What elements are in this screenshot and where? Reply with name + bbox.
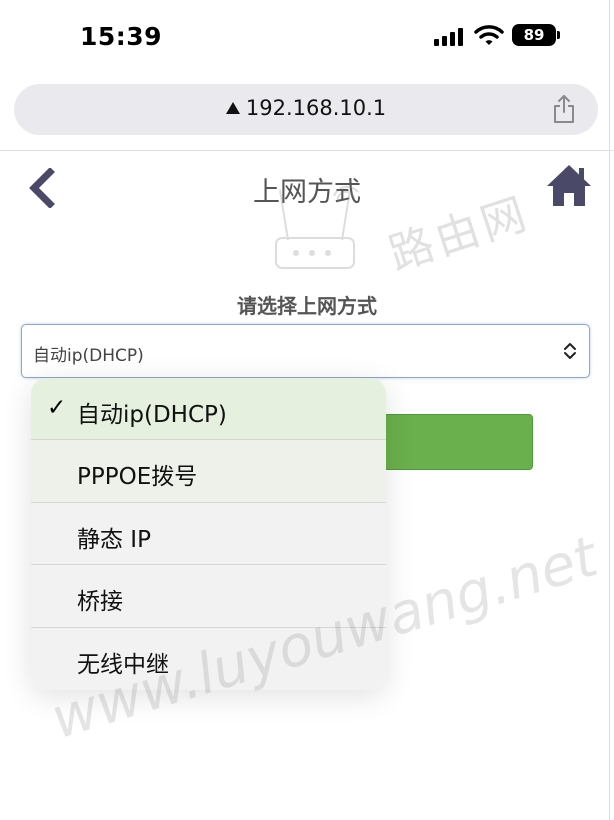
chevron-updown-icon bbox=[564, 343, 576, 359]
address-bar[interactable]: 192.168.10.1 bbox=[14, 84, 598, 135]
connection-type-select[interactable]: 自动ip(DHCP) bbox=[21, 324, 590, 378]
option-dhcp[interactable]: ✓ 自动ip(DHCP) bbox=[31, 378, 386, 441]
select-label: 请选择上网方式 bbox=[237, 294, 377, 318]
battery-cap bbox=[557, 31, 560, 39]
url-text: 192.168.10.1 bbox=[245, 96, 387, 120]
option-static-ip[interactable]: 静态 IP bbox=[31, 503, 386, 566]
page-edge bbox=[609, 0, 610, 820]
select-current-value: 自动ip(DHCP) bbox=[33, 346, 144, 366]
status-time: 15:39 bbox=[80, 22, 163, 51]
warning-icon bbox=[225, 102, 240, 114]
status-bar: 15:39 89 bbox=[0, 0, 614, 72]
divider bbox=[0, 150, 614, 151]
home-icon[interactable] bbox=[546, 162, 592, 208]
battery-icon: 89 bbox=[512, 24, 556, 46]
checkmark-icon: ✓ bbox=[47, 395, 67, 421]
share-icon[interactable] bbox=[552, 94, 576, 124]
option-label: PPPOE拨号 bbox=[77, 464, 198, 491]
url-display[interactable]: 192.168.10.1 bbox=[14, 96, 598, 120]
option-label: 桥接 bbox=[77, 589, 123, 616]
cellular-signal-icon bbox=[434, 28, 466, 46]
option-label: 自动ip(DHCP) bbox=[77, 402, 227, 428]
submit-button[interactable] bbox=[378, 414, 533, 470]
watermark-router-icon bbox=[275, 185, 359, 269]
option-label: 静态 IP bbox=[77, 526, 151, 553]
option-pppoe[interactable]: PPPOE拨号 bbox=[31, 440, 386, 503]
wifi-icon bbox=[474, 25, 504, 45]
